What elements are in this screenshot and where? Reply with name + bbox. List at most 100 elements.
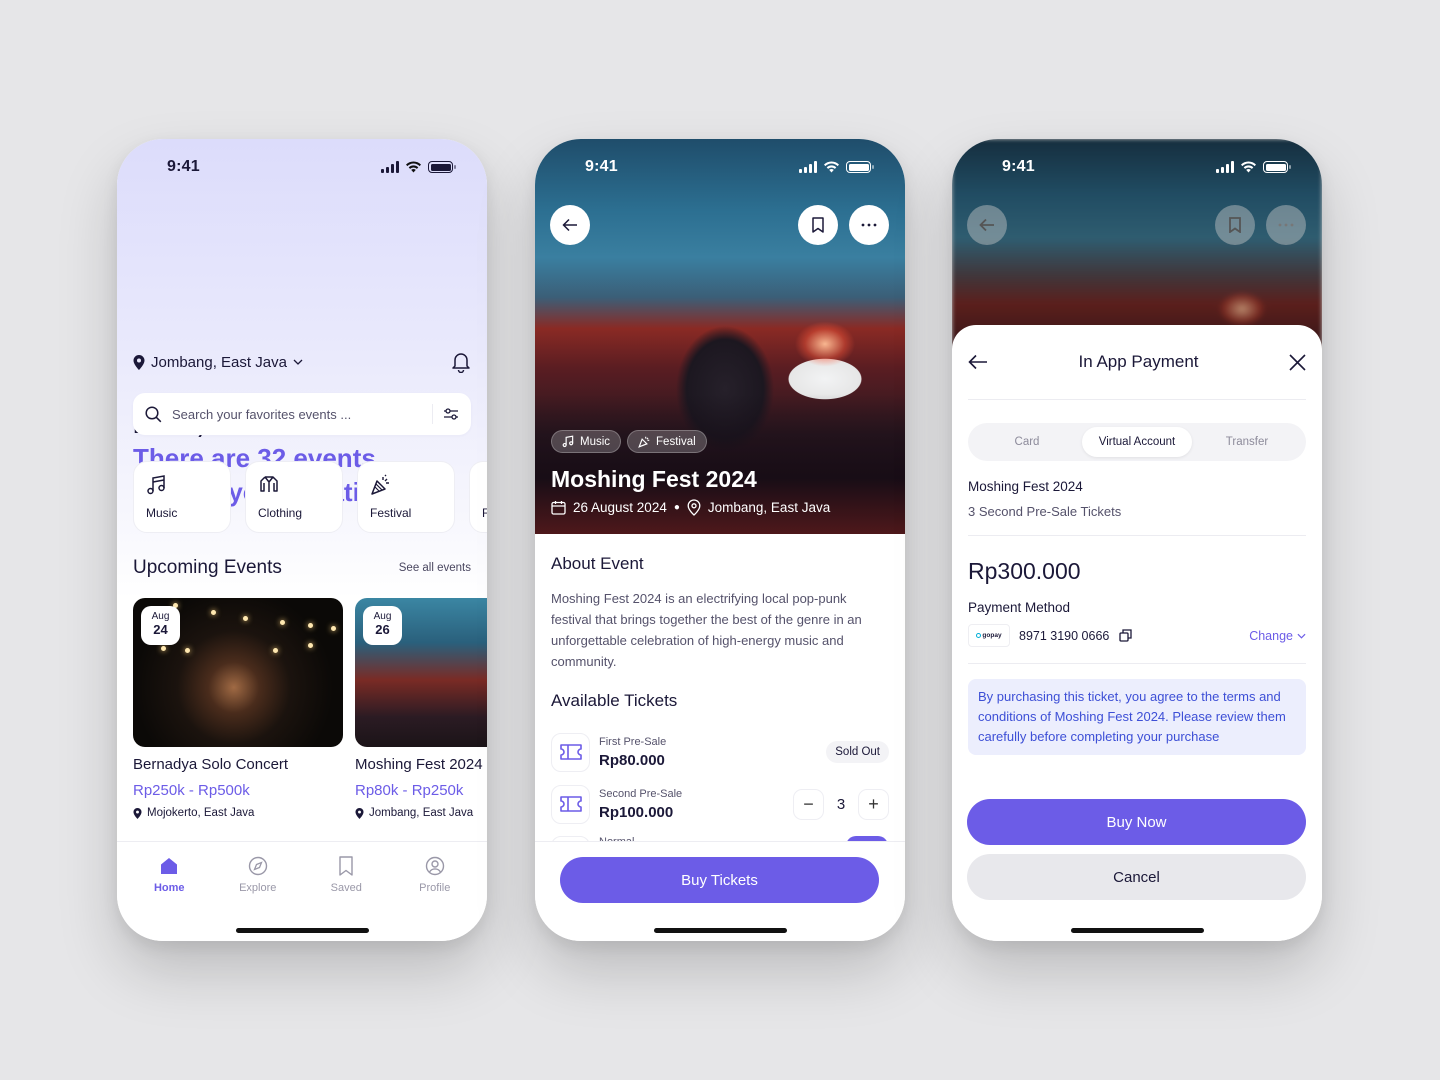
tag-label: Festival [656,435,696,448]
event-tags: Music Festival [551,430,707,453]
quantity-stepper: − 3 + [793,788,889,820]
buy-tickets-button[interactable]: Buy Tickets [560,857,879,903]
order-summary: Moshing Fest 2024 3 Second Pre-Sale Tick… [968,461,1306,536]
category-label: Fo [482,506,487,520]
about-text: Moshing Fest 2024 is an electrifying loc… [551,591,862,669]
event-card[interactable]: Aug 26 Moshing Fest 2024 Rp80k - Rp250k … [355,598,487,819]
signal-icon [381,161,399,173]
event-location: Mojokerto, East Java [133,807,343,819]
category-festival[interactable]: Festival [357,461,455,533]
change-method-button[interactable]: Change [1249,629,1306,643]
more-dots-icon [861,223,877,227]
tab-home[interactable]: Home [125,856,214,941]
close-icon[interactable] [1289,353,1306,371]
ticket-icon [559,796,582,812]
signal-icon [1216,161,1234,173]
fork-icon [482,474,487,496]
date-day: 26 [375,622,390,637]
ticket-icon-box [551,784,590,824]
tag-music: Music [551,430,622,453]
back-button[interactable] [550,205,590,245]
tab-label: Home [153,882,185,894]
tag-festival: Festival [627,430,707,453]
sold-out-badge: Sold Out [826,741,889,763]
home-screen: 9:41 Jombang, East Java Hello, Sasmita T… [117,139,487,941]
event-meta: 26 August 2024 ● Jombang, East Java [551,499,830,516]
bookmark-icon [812,217,824,233]
date-month: Aug [373,611,392,622]
ticket-price: Rp80.000 [599,751,665,769]
date-badge: Aug 26 [363,606,402,645]
payment-screen: 9:41 In App Payment Card Virtual Account… [952,139,1322,941]
more-options-button[interactable] [849,205,889,245]
order-event-name: Moshing Fest 2024 [968,479,1083,494]
tab-card[interactable]: Card [972,427,1082,457]
event-location-text: Mojokerto, East Java [147,807,255,819]
music-note-icon [147,475,165,495]
payment-type-tabs: Card Virtual Account Transfer [968,423,1306,461]
event-list: Aug 24 Bernadya Solo Concert Rp250k - Rp… [133,598,487,819]
event-image: Aug 26 [355,598,487,747]
cancel-button[interactable]: Cancel [967,854,1306,900]
decrement-button[interactable]: − [793,788,824,820]
profile-icon [425,856,444,876]
bookmark-button[interactable] [798,205,838,245]
bookmark-button [1215,205,1255,245]
about-title: About Event [551,554,644,573]
search-input[interactable] [172,406,422,422]
wifi-icon [1241,161,1256,173]
tab-virtual-account[interactable]: Virtual Account [1082,427,1192,457]
tab-profile[interactable]: Profile [391,856,480,941]
total-amount: Rp300.000 [968,558,1081,584]
location-pin-icon [133,354,145,370]
category-clothing[interactable]: Clothing [245,461,343,533]
terms-notice: By purchasing this ticket, you agree to … [968,679,1306,755]
event-body: About Event Moshing Fest 2024 is an elec… [551,534,889,882]
payment-method-label: Payment Method [968,600,1071,615]
status-time: 9:41 [1002,158,1035,175]
ticket-icon-box [551,732,590,772]
category-label: Music [146,506,178,520]
gopay-brand: gopay [982,632,1002,639]
compass-icon [248,856,267,876]
category-food[interactable]: Fo [469,461,487,533]
see-all-link[interactable]: See all events [399,562,471,574]
copy-icon[interactable] [1119,629,1133,642]
bookmark-icon [339,856,353,876]
status-bar: 9:41 [952,139,1322,195]
event-card[interactable]: Aug 24 Bernadya Solo Concert Rp250k - Rp… [133,598,343,819]
bookmark-icon [1229,217,1241,233]
status-bar: 9:41 [535,139,905,195]
increment-button[interactable]: + [858,788,889,820]
tab-label: Saved [330,882,362,894]
event-location-text: Jombang, East Java [369,807,474,819]
tab-label: Explore [239,882,277,894]
category-music[interactable]: Music [133,461,231,533]
bottom-action-bar: Buy Tickets [535,841,905,941]
event-price: Rp250k - Rp500k [133,782,250,799]
battery-icon [846,161,874,173]
location-selector[interactable]: Jombang, East Java [133,354,303,371]
more-dots-icon [1278,223,1294,227]
upcoming-title: Upcoming Events [133,557,282,578]
upcoming-header: Upcoming Events See all events [133,557,471,579]
notification-bell-icon[interactable] [451,351,471,373]
status-bar: 9:41 [117,139,487,195]
home-indicator [236,928,369,933]
bottom-tab-bar: Home Explore Saved Profile [117,841,487,941]
status-time: 9:41 [585,158,618,175]
home-indicator [1071,928,1204,933]
payment-sheet: In App Payment Card Virtual Account Tran… [952,325,1322,941]
payment-method-row: gopay 8971 3190 0666 Change [968,624,1306,664]
location-pin-icon [687,499,701,516]
event-price: Rp80k - Rp250k [355,782,464,799]
filter-icon[interactable] [443,407,459,421]
category-label: Clothing [258,506,303,520]
buy-now-button[interactable]: Buy Now [967,799,1306,845]
more-options-button [1266,205,1306,245]
event-image: Aug 24 [133,598,343,747]
category-list: Music Clothing Festival Fo [133,461,487,533]
tab-label: Profile [419,882,451,894]
tab-transfer[interactable]: Transfer [1192,427,1302,457]
arrow-left-icon[interactable] [968,354,988,370]
